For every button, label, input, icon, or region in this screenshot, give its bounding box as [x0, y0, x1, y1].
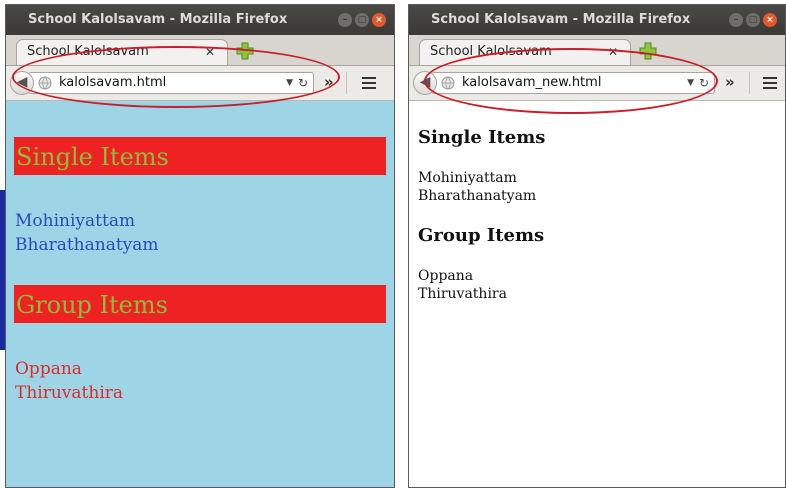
page-content: Single Items Mohiniyattam Bharathanatyam… [409, 101, 785, 487]
list-item: Mohiniyattam [15, 211, 136, 231]
window-controls: – □ × [729, 13, 777, 27]
window-titlebar[interactable]: School Kalolsavam - Mozilla Firefox – □ … [6, 5, 394, 35]
dropdown-arrow-icon[interactable]: ▼ [286, 73, 293, 93]
tab-label: School Kalolsavam [27, 44, 149, 59]
browser-window-right: School Kalolsavam - Mozilla Firefox – □ … [408, 4, 786, 488]
plus-icon[interactable] [236, 42, 254, 60]
close-window-button[interactable]: × [372, 13, 386, 27]
window-title: School Kalolsavam - Mozilla Firefox [28, 12, 288, 27]
window-controls: – □ × [338, 13, 386, 27]
list-item: Bharathanatyam [15, 235, 159, 255]
page-content: Single Items Mohiniyattam Bharathanatyam… [6, 101, 394, 487]
screenshot-stage: School Kalolsavam - Mozilla Firefox – □ … [0, 0, 786, 488]
navigation-toolbar: kalolsavam_new.html ▼ ↻ ◀ » [409, 66, 785, 101]
group-items-list: Oppana Thiruvathira [418, 267, 507, 303]
list-item: Bharathanatyam [418, 188, 537, 204]
url-bar[interactable]: kalolsavam_new.html ▼ ↻ [431, 72, 715, 94]
minimize-button[interactable]: – [338, 13, 352, 27]
tab-strip: School Kalolsavam ✕ [6, 35, 394, 66]
single-items-list: Mohiniyattam Bharathanatyam [418, 169, 536, 205]
reload-icon[interactable]: ↻ [298, 73, 308, 93]
hamburger-menu-icon[interactable] [362, 77, 376, 92]
chevron-double-right-icon[interactable]: » [324, 73, 334, 91]
heading-group-items: Group Items [418, 225, 545, 246]
back-arrow-icon: ◀ [16, 74, 28, 90]
list-item: Oppana [418, 268, 474, 284]
window-title: School Kalolsavam - Mozilla Firefox [431, 12, 691, 27]
list-item: Thiruvathira [15, 383, 124, 403]
heading-single-items: Single Items [418, 127, 546, 148]
group-items-list: Oppana Thiruvathira [15, 357, 123, 405]
toolbar-divider [346, 72, 347, 94]
maximize-button[interactable]: □ [746, 13, 760, 27]
close-icon[interactable]: ✕ [205, 40, 215, 64]
chevron-double-right-icon[interactable]: » [725, 73, 735, 91]
plus-icon[interactable] [639, 42, 657, 60]
url-bar[interactable]: kalolsavam.html ▼ ↻ [28, 72, 314, 94]
back-arrow-icon: ◀ [419, 74, 431, 90]
list-item: Oppana [15, 359, 82, 379]
list-item: Mohiniyattam [418, 170, 517, 186]
browser-tab[interactable]: School Kalolsavam ✕ [16, 39, 228, 65]
heading-single-items: Single Items [14, 137, 386, 175]
list-item: Thiruvathira [418, 286, 507, 302]
heading-group-items: Group Items [14, 285, 386, 323]
browser-tab[interactable]: School Kalolsavam ✕ [419, 39, 631, 65]
reload-icon[interactable]: ↻ [699, 73, 709, 93]
close-window-button[interactable]: × [763, 13, 777, 27]
tab-label: School Kalolsavam [430, 44, 552, 59]
navigation-toolbar: kalolsavam.html ▼ ↻ ◀ » [6, 66, 394, 101]
toolbar-divider [749, 72, 750, 94]
back-button[interactable]: ◀ [10, 71, 34, 95]
minimize-button[interactable]: – [729, 13, 743, 27]
back-button[interactable]: ◀ [413, 71, 437, 95]
url-text: kalolsavam.html [59, 75, 167, 90]
hamburger-menu-icon[interactable] [763, 77, 777, 92]
tab-strip: School Kalolsavam ✕ [409, 35, 785, 66]
url-text: kalolsavam_new.html [462, 75, 602, 90]
window-titlebar[interactable]: School Kalolsavam - Mozilla Firefox – □ … [409, 5, 785, 35]
browser-window-left: School Kalolsavam - Mozilla Firefox – □ … [5, 4, 395, 488]
dropdown-arrow-icon[interactable]: ▼ [687, 73, 694, 93]
globe-icon [441, 76, 455, 90]
single-items-list: Mohiniyattam Bharathanatyam [15, 209, 159, 257]
close-icon[interactable]: ✕ [608, 40, 618, 64]
maximize-button[interactable]: □ [355, 13, 369, 27]
globe-icon [38, 76, 52, 90]
